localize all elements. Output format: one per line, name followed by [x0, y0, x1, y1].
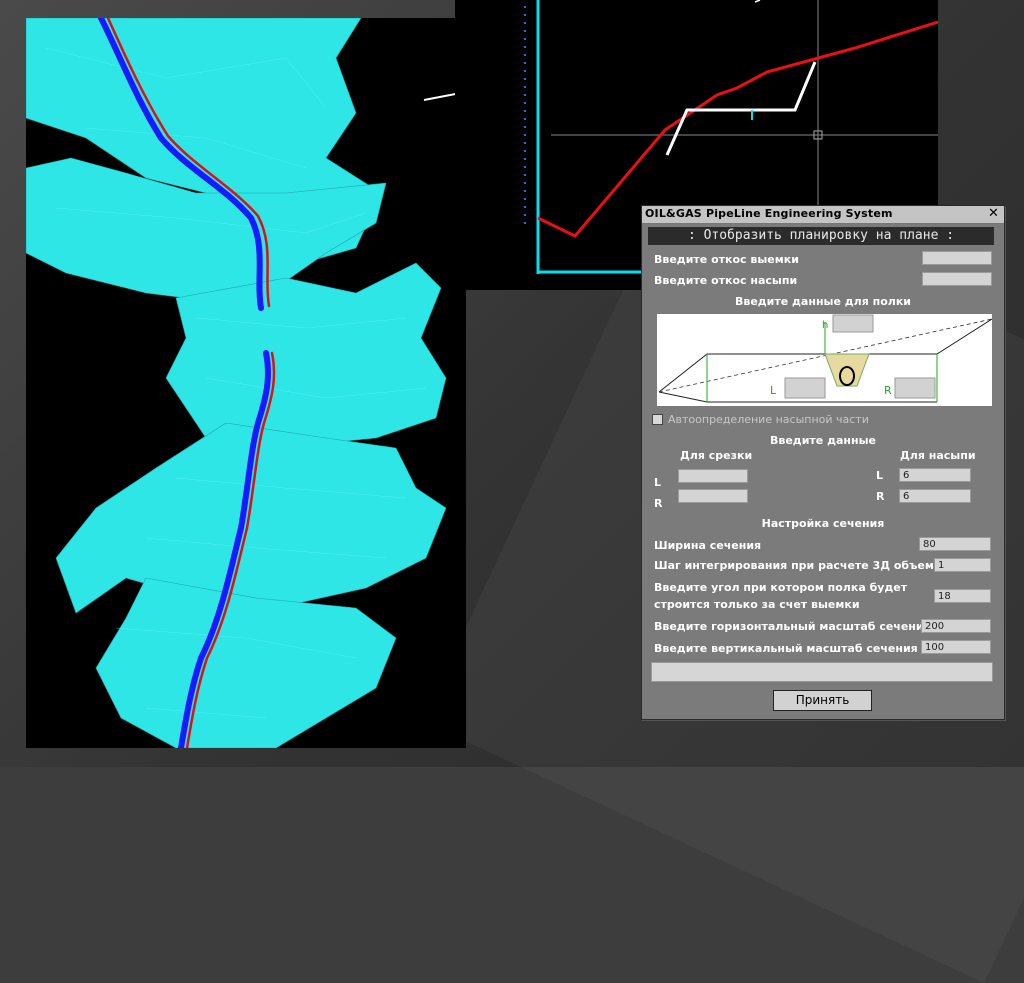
section-settings-title: Настройка сечения — [761, 517, 885, 530]
shelf-diagram: h L R — [657, 314, 993, 406]
diagram-l-label: L — [770, 384, 777, 397]
shelf-angle-label-1: Введите угол при котором полка будет — [654, 581, 908, 594]
cut-r-field[interactable] — [678, 489, 748, 503]
auto-fill-label: Автоопределение насыпной части — [668, 413, 869, 426]
section-width-label: Ширина сечения — [654, 539, 762, 552]
fill-r-label: R — [876, 490, 885, 503]
diagram-h-label: h — [822, 320, 828, 331]
close-icon[interactable]: ✕ — [987, 207, 1000, 220]
vertical-scale-field[interactable]: 100 — [921, 640, 991, 654]
dialog-titlebar[interactable]: OIL&GAS PipeLine Engineering System ✕ — [642, 206, 1004, 224]
shelf-angle-field[interactable]: 18 — [934, 589, 991, 603]
planning-dialog: OIL&GAS PipeLine Engineering System ✕ : … — [641, 205, 1005, 720]
dialog-header: : Отобразить планировку на плане : — [648, 227, 994, 245]
cut-r-label: R — [654, 497, 663, 510]
cut-l-field[interactable] — [678, 469, 748, 483]
shelf-section-title: Введите данные для полки — [734, 295, 912, 308]
fill-header: Для насыпи — [900, 449, 976, 462]
cut-header: Для срезки — [680, 449, 753, 462]
accept-button[interactable]: Принять — [773, 690, 872, 711]
auto-fill-checkbox[interactable] — [652, 414, 663, 425]
integration-step-label: Шаг интегрирования при расчете 3Д объема — [654, 559, 942, 572]
cut-l-label: L — [654, 476, 662, 489]
horizontal-scale-field[interactable]: 200 — [921, 619, 991, 633]
terrain-plan-view[interactable] — [26, 18, 466, 748]
cut-slope-label: Введите откос выемки — [654, 253, 799, 266]
fill-l-label: L — [876, 469, 884, 482]
data-entry-title: Введите данные — [770, 434, 876, 447]
fill-slope-field[interactable] — [922, 272, 992, 286]
fill-r-field[interactable]: 6 — [899, 489, 971, 503]
terrain-mesh — [26, 18, 466, 748]
shelf-angle-label-2: строится только за счет выемки — [654, 598, 860, 611]
fill-l-field[interactable]: 6 — [899, 468, 971, 482]
cross-section-sketch: h L R — [658, 314, 993, 403]
status-bar — [651, 662, 993, 682]
vertical-scale-label: Введите вертикальный масштаб сечения — [654, 642, 918, 655]
dialog-title: OIL&GAS PipeLine Engineering System — [645, 207, 893, 220]
diagram-r-label: R — [884, 384, 892, 397]
cut-slope-field[interactable] — [922, 251, 992, 265]
section-width-field[interactable]: 80 — [919, 537, 991, 551]
fill-slope-label: Введите откос насыпи — [654, 274, 798, 287]
horizontal-scale-label: Введите горизонтальный масштаб сечения — [654, 620, 931, 633]
integration-step-field[interactable]: 1 — [934, 558, 991, 572]
